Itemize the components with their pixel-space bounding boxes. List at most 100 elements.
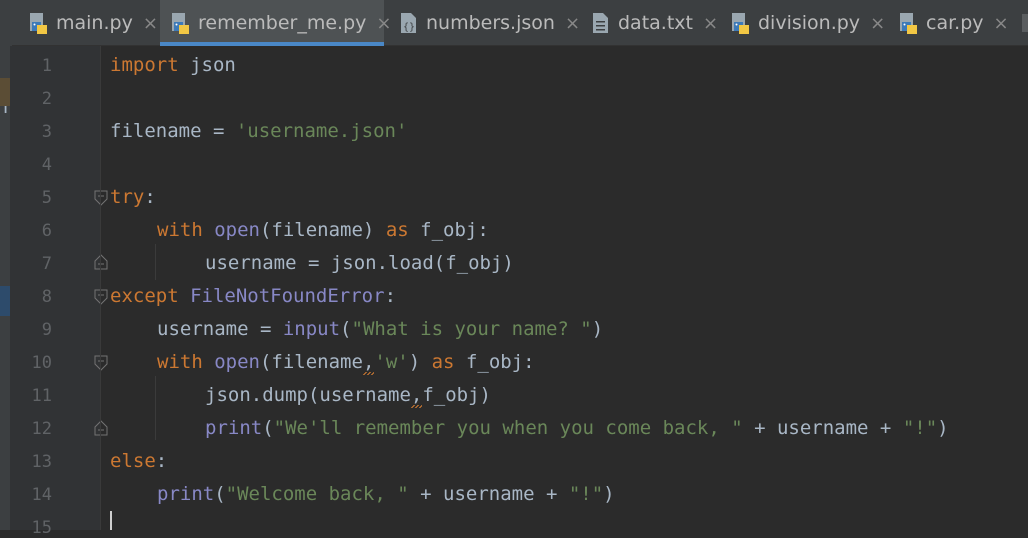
code-text: + username + bbox=[742, 417, 903, 439]
keyword: import bbox=[110, 54, 179, 76]
builtin-function: open bbox=[214, 219, 260, 241]
string-literal: "!" bbox=[568, 483, 604, 505]
builtin-function: print bbox=[205, 417, 263, 439]
close-icon[interactable]: × bbox=[870, 13, 885, 34]
json-file-icon: {} bbox=[398, 11, 420, 35]
python-file-icon bbox=[170, 11, 192, 35]
line-number: 6 bbox=[41, 221, 52, 241]
code-text: : bbox=[144, 186, 156, 208]
code-text: ) bbox=[591, 318, 604, 340]
tab-label: data.txt bbox=[618, 12, 693, 34]
line-number: 9 bbox=[41, 320, 52, 340]
python-file-icon bbox=[28, 11, 50, 35]
tab-overflow-indicator[interactable] bbox=[1022, 14, 1028, 32]
line-number: 1 bbox=[41, 56, 52, 76]
close-icon[interactable]: × bbox=[565, 13, 580, 34]
panel-selection bbox=[0, 286, 10, 316]
close-icon[interactable]: × bbox=[703, 13, 718, 34]
code-line-14[interactable]: print("Welcome back, " + username + "!") bbox=[157, 478, 615, 511]
string-literal: 'username.json' bbox=[235, 120, 408, 142]
line-number: 7 bbox=[41, 254, 52, 274]
code-line-9[interactable]: username = input("What is your name? ") bbox=[157, 313, 603, 346]
code-line-1[interactable]: import json bbox=[110, 49, 236, 82]
python-file-icon bbox=[730, 11, 752, 35]
builtin-function: input bbox=[282, 318, 341, 340]
code-line-6[interactable]: with open(filename) as f_obj: bbox=[157, 214, 489, 247]
line-number: 12 bbox=[31, 419, 52, 439]
code-line-11[interactable]: json.dump(username,f_obj) bbox=[205, 379, 491, 412]
code-warning-comma[interactable]: , bbox=[410, 379, 423, 412]
string-literal: 'w' bbox=[374, 351, 409, 373]
text-caret bbox=[110, 511, 112, 530]
tab-remember-me-py[interactable]: remember_me.py × bbox=[160, 0, 392, 46]
line-number: 10 bbox=[31, 353, 52, 373]
tab-numbers-json[interactable]: {} numbers.json × bbox=[392, 0, 580, 46]
tab-label: main.py bbox=[56, 12, 133, 34]
code-line-10[interactable]: with open(filename,'w') as f_obj: bbox=[157, 346, 535, 379]
python-file-icon bbox=[898, 11, 920, 35]
string-literal: "We'll remember you when you come back, … bbox=[273, 417, 743, 439]
code-line-8[interactable]: except FileNotFoundError: bbox=[110, 280, 396, 313]
code-text: ) bbox=[408, 351, 432, 373]
line-number: 4 bbox=[41, 155, 52, 175]
code-text: f_obj: bbox=[454, 351, 535, 373]
tab-label: division.py bbox=[758, 12, 861, 34]
code-text: ( bbox=[214, 483, 226, 505]
tab-data-txt[interactable]: data.txt × bbox=[584, 0, 718, 46]
tab-bar-edge bbox=[0, 0, 12, 46]
line-number: 5 bbox=[41, 188, 52, 208]
code-text: f_obj: bbox=[408, 219, 489, 241]
line-number: 15 bbox=[31, 518, 52, 538]
code-text: : bbox=[155, 450, 168, 472]
line-number: 2 bbox=[41, 89, 52, 109]
code-line-3[interactable]: filename = 'username.json' bbox=[110, 115, 407, 148]
panel-highlight bbox=[0, 78, 10, 106]
gutter-divider bbox=[100, 46, 101, 530]
code-text: + username + bbox=[408, 483, 569, 505]
code-text: username = json.load(f_obj) bbox=[205, 252, 514, 274]
code-text: username = bbox=[157, 318, 283, 340]
line-number-gutter: 1 2 3 4 5 6 7 8 9 10 11 12 13 14 15 bbox=[10, 46, 108, 538]
indent-guide bbox=[155, 376, 156, 440]
code-text: json.dump(username bbox=[205, 384, 411, 406]
indent-guide bbox=[155, 244, 156, 280]
code-line-12[interactable]: print("We'll remember you when you come … bbox=[205, 412, 949, 445]
svg-text:{}: {} bbox=[403, 22, 415, 33]
string-literal: "!" bbox=[902, 417, 938, 439]
code-warning-comma[interactable]: , bbox=[362, 346, 375, 379]
string-literal: "Welcome back, " bbox=[225, 483, 409, 505]
keyword: try bbox=[110, 186, 145, 208]
code-line-7[interactable]: username = json.load(f_obj) bbox=[205, 247, 514, 280]
close-icon[interactable]: × bbox=[376, 13, 391, 34]
text-file-icon bbox=[590, 11, 612, 35]
code-text: f_obj) bbox=[422, 384, 491, 406]
tab-car-py[interactable]: car.py × bbox=[892, 0, 1012, 46]
keyword: except bbox=[110, 285, 179, 307]
close-icon[interactable]: × bbox=[994, 13, 1009, 34]
tab-division-py[interactable]: division.py × bbox=[724, 0, 885, 46]
close-icon[interactable]: × bbox=[143, 13, 158, 34]
line-number: 13 bbox=[31, 452, 52, 472]
tab-label: remember_me.py bbox=[198, 12, 367, 34]
code-line-5[interactable]: try: bbox=[110, 181, 156, 214]
code-text: : bbox=[384, 285, 397, 307]
tab-label: car.py bbox=[926, 12, 984, 34]
code-text: ) bbox=[603, 483, 615, 505]
code-line-13[interactable]: else: bbox=[110, 445, 167, 478]
line-number: 8 bbox=[41, 287, 52, 307]
builtin-function: open bbox=[214, 351, 260, 373]
keyword: else bbox=[110, 450, 156, 472]
code-text: ) bbox=[937, 417, 949, 439]
builtin-function: print bbox=[157, 483, 215, 505]
code-text: ( bbox=[340, 318, 352, 340]
line-number: 3 bbox=[41, 122, 52, 142]
code-text: filename = bbox=[110, 120, 236, 142]
keyword: with bbox=[157, 351, 203, 373]
string-literal: "What is your name? " bbox=[351, 318, 592, 340]
tab-label: numbers.json bbox=[426, 12, 555, 34]
tab-main-py[interactable]: main.py × bbox=[22, 0, 158, 46]
line-number: 11 bbox=[31, 386, 52, 406]
line-number: 14 bbox=[31, 485, 52, 505]
